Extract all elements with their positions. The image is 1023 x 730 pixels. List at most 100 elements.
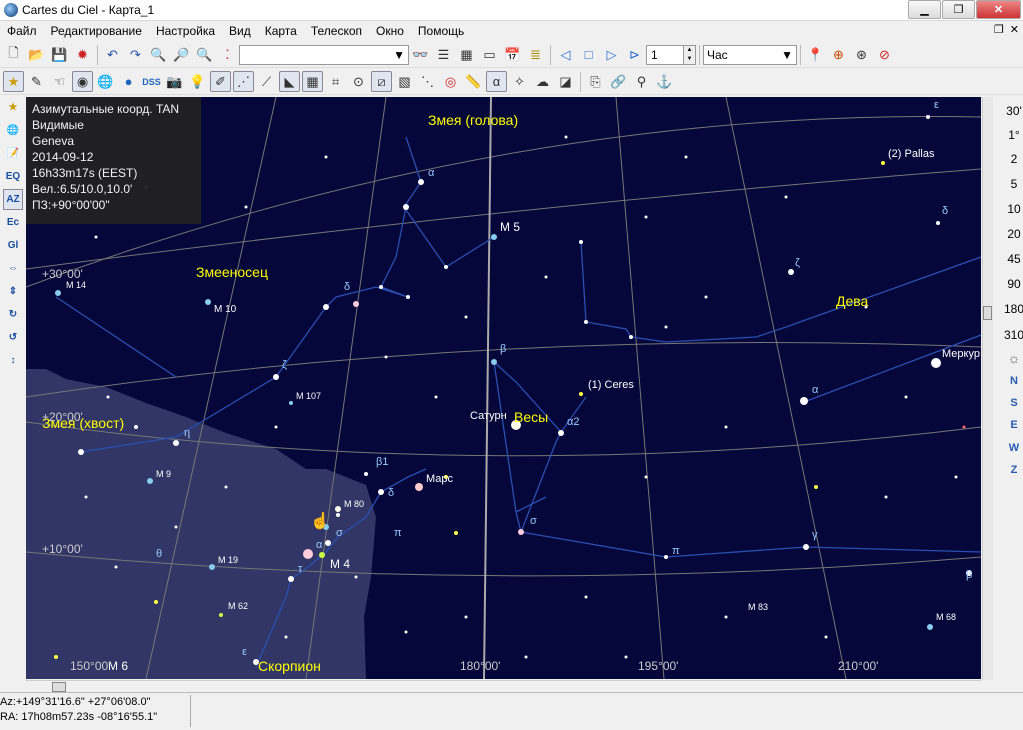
object-label[interactable]: M 5 (500, 220, 520, 234)
spinner-arrows-icon[interactable]: ▲ ▼ (683, 45, 695, 64)
circle-target-icon[interactable]: ◎ (440, 71, 461, 92)
dot-icon[interactable]: ● (118, 71, 139, 92)
direction-west[interactable]: W (993, 442, 1023, 454)
list-icon[interactable]: ☰ (433, 44, 454, 65)
object-label[interactable]: M 19 (218, 555, 238, 565)
constellation-lines-icon[interactable]: ⧄ (371, 71, 392, 92)
stop-icon[interactable]: □ (578, 44, 599, 65)
step-count-spinner[interactable]: 1 ▲ ▼ (646, 44, 696, 65)
eq-coords-button[interactable]: EQ (3, 166, 23, 187)
rectangle-icon[interactable]: ▭ (479, 44, 500, 65)
object-label[interactable]: M 10 (214, 304, 236, 315)
save-icon[interactable]: 💾 (49, 44, 70, 65)
object-label[interactable]: Марс (426, 473, 453, 485)
object-label[interactable]: M 107 (296, 391, 321, 401)
earth-icon[interactable]: 🌐 (95, 71, 116, 92)
direction-zenith[interactable]: Z (993, 464, 1023, 476)
menu-setup[interactable]: Настройка (149, 21, 222, 42)
object-label[interactable]: M 68 (936, 612, 956, 622)
star-view-icon[interactable]: ★ (3, 97, 23, 118)
shape-icon[interactable]: ◣ (279, 71, 300, 92)
sky-chart[interactable]: Азимутальные коорд. TAN Видимые Geneva 2… (26, 97, 981, 679)
compass-icon[interactable]: ⊛ (851, 44, 872, 65)
telescope-icon[interactable]: ⚲ (631, 71, 652, 92)
direction-east[interactable]: E (993, 419, 1023, 431)
rotate-cw-icon[interactable]: ↻ (3, 304, 23, 325)
globe-icon[interactable]: 🌐 (3, 120, 23, 141)
menu-edit[interactable]: Редактирование (44, 21, 149, 42)
object-label[interactable]: M 83 (748, 602, 768, 612)
slash-icon[interactable]: ⟋ (256, 71, 277, 92)
fov-button[interactable]: 90 (993, 277, 1023, 291)
object-label[interactable]: (1) Ceres (588, 379, 634, 391)
zoom-out-icon[interactable]: 🔎 (171, 44, 192, 65)
fov-button[interactable]: 20 (993, 227, 1023, 241)
sun-icon[interactable]: ☼ (993, 350, 1023, 366)
new-chart-icon[interactable]: 🗋 (3, 44, 24, 65)
menu-telescope[interactable]: Телескоп (304, 21, 369, 42)
print-icon[interactable]: ✹ (72, 44, 93, 65)
menu-view[interactable]: Вид (222, 21, 258, 42)
hatch-icon[interactable]: ▧ (394, 71, 415, 92)
fov-button[interactable]: 5 (993, 177, 1023, 191)
stripes-icon[interactable]: ≣ (525, 44, 546, 65)
flip-vertical-icon[interactable]: ⇕ (3, 281, 23, 302)
anchor-icon[interactable]: ⚓ (654, 71, 675, 92)
ruler-icon[interactable]: 📏 (463, 71, 484, 92)
object-label[interactable]: M 9 (156, 469, 171, 479)
object-label[interactable]: M 80 (344, 499, 364, 509)
scroll-thumb[interactable] (52, 682, 66, 692)
alpha-label-icon[interactable]: α (486, 71, 507, 92)
compass-rose-icon[interactable]: ⊙ (348, 71, 369, 92)
ec-coords-button[interactable]: Ec (3, 212, 23, 233)
target-icon[interactable]: ⊕ (828, 44, 849, 65)
fov-button[interactable]: 2 (993, 152, 1023, 166)
direction-south[interactable]: S (993, 397, 1023, 409)
zoom-fit-icon[interactable]: 🔍 (194, 44, 215, 65)
edit-pencil-icon[interactable]: ✐ (210, 71, 231, 92)
boundaries-icon[interactable]: ⋱ (417, 71, 438, 92)
camera-icon[interactable]: 📷 (164, 71, 185, 92)
time-unit-select[interactable]: Час ▼ (703, 44, 797, 65)
object-label[interactable]: M 4 (330, 557, 350, 571)
object-label[interactable]: M 6 (108, 659, 128, 673)
no-entry-icon[interactable]: ⊘ (874, 44, 895, 65)
fov-button[interactable]: 310 (993, 328, 1023, 342)
redo-icon[interactable]: ↷ (125, 44, 146, 65)
nebula-icon[interactable]: ◉ (72, 71, 93, 92)
grid-icon[interactable]: ▦ (302, 71, 323, 92)
pointer-icon[interactable]: ☜ (49, 71, 70, 92)
az-coords-button[interactable]: AZ (3, 189, 23, 210)
export-icon[interactable]: ⎘ (585, 71, 606, 92)
menu-window[interactable]: Окно (369, 21, 411, 42)
play-icon[interactable]: ▷ (601, 44, 622, 65)
search-combo[interactable]: ▼ (239, 44, 409, 65)
bulb-icon[interactable]: 💡 (187, 71, 208, 92)
direction-north[interactable]: N (993, 375, 1023, 387)
zoom-in-icon[interactable]: 🔍 (148, 44, 169, 65)
menu-help[interactable]: Помощь (411, 21, 471, 42)
menu-chart[interactable]: Карта (258, 21, 304, 42)
altaz-grid-icon[interactable]: ⌗ (325, 71, 346, 92)
object-label[interactable]: Сатурн (470, 410, 507, 422)
fov-button[interactable]: 180 (993, 302, 1023, 316)
minimize-button[interactable]: ▁ (908, 0, 941, 19)
undo-icon[interactable]: ↶ (102, 44, 123, 65)
fov-button[interactable]: 30' (993, 104, 1023, 118)
mdi-restore-icon[interactable]: ❐ (994, 23, 1004, 36)
link-icon[interactable]: 🔗 (608, 71, 629, 92)
dots-line-icon[interactable]: ⋰ (233, 71, 254, 92)
object-label[interactable]: M 14 (66, 280, 86, 290)
contrast-icon[interactable]: ◪ (555, 71, 576, 92)
dss-icon[interactable]: DSS (141, 71, 162, 92)
color-dots-icon[interactable]: ⁚ (217, 44, 238, 65)
arrows-updown-icon[interactable]: ↕ (3, 350, 23, 371)
object-label[interactable]: M 62 (228, 601, 248, 611)
mdi-close-icon[interactable]: ✕ (1010, 23, 1019, 36)
star-icon[interactable]: ★ (3, 71, 24, 92)
label-tool-icon[interactable]: ✧ (509, 71, 530, 92)
notes-icon[interactable]: 📝 (3, 143, 23, 164)
calendar-icon[interactable]: 📅 (502, 44, 523, 65)
horizontal-scrollbar[interactable] (26, 680, 981, 692)
fov-button[interactable]: 45 (993, 252, 1023, 266)
